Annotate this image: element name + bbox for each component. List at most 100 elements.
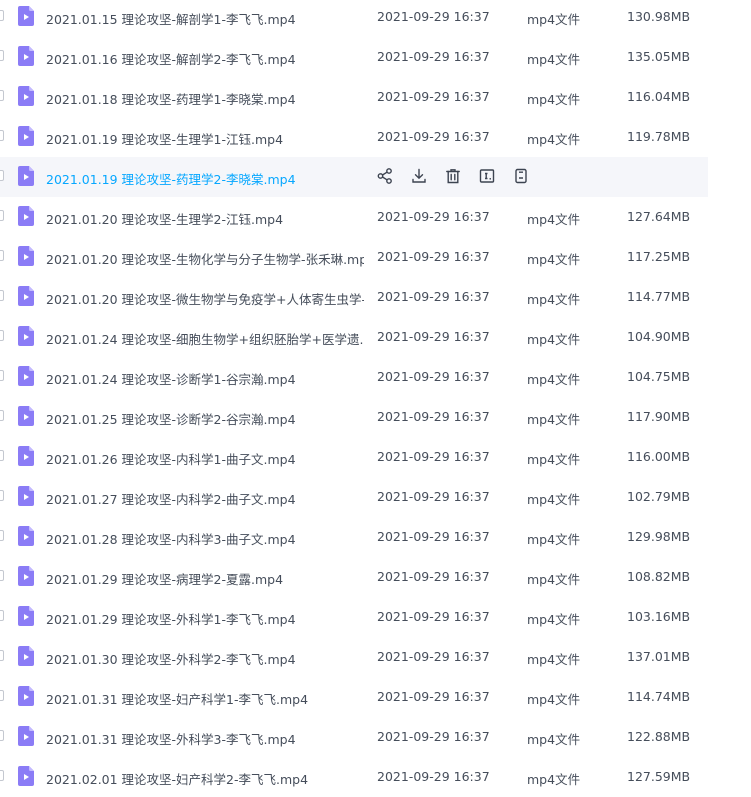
row-checkbox[interactable]	[0, 730, 4, 741]
file-name[interactable]: 2021.01.31 理论攻坚-妇产科学1-李飞飞.mp4	[46, 689, 364, 708]
video-file-icon	[18, 86, 34, 106]
file-row[interactable]: 2021.01.26 理论攻坚-内科学1-曲子文.mp4 2021-09-29 1…	[0, 437, 751, 477]
file-row[interactable]: 2021.01.15 理论攻坚-解剖学1-李飞飞.mp4 2021-09-29 1…	[0, 0, 751, 37]
file-list: 2021.01.15 理论攻坚-解剖学1-李飞飞.mp4 2021-09-29 1…	[0, 0, 751, 797]
file-row[interactable]: 2021.01.29 理论攻坚-外科学1-李飞飞.mp4 2021-09-29 1…	[0, 597, 751, 637]
row-checkbox[interactable]	[0, 170, 4, 181]
file-size: 104.90MB	[627, 329, 691, 344]
file-modified-date: 2021-09-29 16:37	[377, 729, 490, 744]
file-row[interactable]: 2021.01.27 理论攻坚-内科学2-曲子文.mp4 2021-09-29 1…	[0, 477, 751, 517]
file-name[interactable]: 2021.01.31 理论攻坚-外科学3-李飞飞.mp4	[46, 729, 364, 748]
row-checkbox[interactable]	[0, 690, 4, 701]
file-row[interactable]: 2021.01.20 理论攻坚-生物化学与分子生物学-张禾琳.mp4 2021-0…	[0, 237, 751, 277]
file-type: mp4文件	[527, 452, 581, 467]
file-modified-date: 2021-09-29 16:37	[377, 9, 490, 24]
file-name[interactable]: 2021.01.25 理论攻坚-诊断学2-谷宗瀚.mp4	[46, 409, 364, 428]
file-row[interactable]: 2021.01.16 理论攻坚-解剖学2-李飞飞.mp4 2021-09-29 1…	[0, 37, 751, 77]
video-file-icon	[18, 366, 34, 386]
row-checkbox[interactable]	[0, 530, 4, 541]
file-name[interactable]: 2021.01.30 理论攻坚-外科学2-李飞飞.mp4	[46, 649, 364, 668]
share-icon[interactable]	[376, 167, 394, 185]
file-size: 114.74MB	[627, 689, 691, 704]
file-modified-date: 2021-09-29 16:37	[377, 769, 490, 784]
file-size: 116.00MB	[627, 449, 691, 464]
file-row[interactable]: 2021.01.18 理论攻坚-药理学1-李晓棠.mp4 2021-09-29 1…	[0, 77, 751, 117]
file-name[interactable]: 2021.01.15 理论攻坚-解剖学1-李飞飞.mp4	[46, 9, 364, 28]
file-name[interactable]: 2021.01.19 理论攻坚-生理学1-江钰.mp4	[46, 129, 364, 148]
file-size: 116.04MB	[627, 89, 691, 104]
row-checkbox[interactable]	[0, 130, 4, 141]
file-row[interactable]: 2021.01.30 理论攻坚-外科学2-李飞飞.mp4 2021-09-29 1…	[0, 637, 751, 677]
trash-icon[interactable]	[444, 167, 462, 185]
file-name[interactable]: 2021.01.27 理论攻坚-内科学2-曲子文.mp4	[46, 489, 364, 508]
video-file-icon	[18, 766, 34, 786]
file-row[interactable]: 2021.01.19 理论攻坚-药理学2-李晓棠.mp4	[0, 157, 751, 197]
file-type: mp4文件	[527, 332, 581, 347]
video-file-icon	[18, 606, 34, 626]
row-checkbox[interactable]	[0, 290, 4, 301]
file-row[interactable]: 2021.01.19 理论攻坚-生理学1-江钰.mp4 2021-09-29 16…	[0, 117, 751, 157]
file-row[interactable]: 2021.02.01 理论攻坚-妇产科学2-李飞飞.mp4 2021-09-29 …	[0, 757, 751, 797]
file-row[interactable]: 2021.01.20 理论攻坚-生理学2-江钰.mp4 2021-09-29 16…	[0, 197, 751, 237]
row-checkbox[interactable]	[0, 10, 4, 21]
download-icon[interactable]	[410, 167, 428, 185]
file-name[interactable]: 2021.01.29 理论攻坚-外科学1-李飞飞.mp4	[46, 609, 364, 628]
file-row[interactable]: 2021.01.24 理论攻坚-诊断学1-谷宗瀚.mp4 2021-09-29 1…	[0, 357, 751, 397]
more-icon[interactable]	[512, 167, 530, 185]
row-checkbox[interactable]	[0, 50, 4, 61]
file-modified-date: 2021-09-29 16:37	[377, 89, 490, 104]
row-checkbox[interactable]	[0, 610, 4, 621]
row-checkbox[interactable]	[0, 570, 4, 581]
file-size: 102.79MB	[627, 489, 691, 504]
row-checkbox[interactable]	[0, 650, 4, 661]
row-checkbox[interactable]	[0, 210, 4, 221]
file-name[interactable]: 2021.01.16 理论攻坚-解剖学2-李飞飞.mp4	[46, 49, 364, 68]
row-checkbox[interactable]	[0, 490, 4, 501]
file-type: mp4文件	[527, 92, 581, 107]
video-file-icon	[18, 246, 34, 266]
file-name[interactable]: 2021.01.26 理论攻坚-内科学1-曲子文.mp4	[46, 449, 364, 468]
file-row[interactable]: 2021.01.31 理论攻坚-妇产科学1-李飞飞.mp4 2021-09-29 …	[0, 677, 751, 717]
video-file-icon	[18, 6, 34, 26]
file-size: 129.98MB	[627, 529, 691, 544]
file-size: 122.88MB	[627, 729, 691, 744]
file-row[interactable]: 2021.01.25 理论攻坚-诊断学2-谷宗瀚.mp4 2021-09-29 1…	[0, 397, 751, 437]
row-checkbox[interactable]	[0, 250, 4, 261]
file-row[interactable]: 2021.01.31 理论攻坚-外科学3-李飞飞.mp4 2021-09-29 1…	[0, 717, 751, 757]
file-modified-date: 2021-09-29 16:37	[377, 569, 490, 584]
file-name[interactable]: 2021.01.18 理论攻坚-药理学1-李晓棠.mp4	[46, 89, 364, 108]
file-name[interactable]: 2021.02.01 理论攻坚-妇产科学2-李飞飞.mp4	[46, 769, 364, 788]
file-row[interactable]: 2021.01.29 理论攻坚-病理学2-夏露.mp4 2021-09-29 16…	[0, 557, 751, 597]
row-checkbox[interactable]	[0, 370, 4, 381]
file-type: mp4文件	[527, 732, 581, 747]
file-row[interactable]: 2021.01.20 理论攻坚-微生物学与免疫学+人体寄生虫学-... 2021-…	[0, 277, 751, 317]
video-file-icon	[18, 446, 34, 466]
row-checkbox[interactable]	[0, 450, 4, 461]
file-name[interactable]: 2021.01.19 理论攻坚-药理学2-李晓棠.mp4	[46, 169, 364, 188]
file-name[interactable]: 2021.01.24 理论攻坚-诊断学1-谷宗瀚.mp4	[46, 369, 364, 388]
file-name[interactable]: 2021.01.20 理论攻坚-微生物学与免疫学+人体寄生虫学-...	[46, 289, 364, 308]
file-modified-date: 2021-09-29 16:37	[377, 209, 490, 224]
file-name[interactable]: 2021.01.20 理论攻坚-生物化学与分子生物学-张禾琳.mp4	[46, 249, 364, 268]
file-name[interactable]: 2021.01.28 理论攻坚-内科学3-曲子文.mp4	[46, 529, 364, 548]
row-checkbox[interactable]	[0, 90, 4, 101]
file-name[interactable]: 2021.01.29 理论攻坚-病理学2-夏露.mp4	[46, 569, 364, 588]
video-file-icon	[18, 166, 34, 186]
row-checkbox[interactable]	[0, 330, 4, 341]
video-file-icon	[18, 526, 34, 546]
file-row[interactable]: 2021.01.28 理论攻坚-内科学3-曲子文.mp4 2021-09-29 1…	[0, 517, 751, 557]
file-modified-date: 2021-09-29 16:37	[377, 529, 490, 544]
file-row[interactable]: 2021.01.24 理论攻坚-细胞生物学+组织胚胎学+医学遗... 2021-0…	[0, 317, 751, 357]
rename-icon[interactable]	[478, 167, 496, 185]
row-checkbox[interactable]	[0, 770, 4, 781]
row-checkbox[interactable]	[0, 410, 4, 421]
file-size: 103.16MB	[627, 609, 691, 624]
file-type: mp4文件	[527, 572, 581, 587]
file-size: 130.98MB	[627, 9, 691, 24]
file-name[interactable]: 2021.01.24 理论攻坚-细胞生物学+组织胚胎学+医学遗...	[46, 329, 364, 348]
video-file-icon	[18, 126, 34, 146]
file-size: 127.59MB	[627, 769, 691, 784]
file-name[interactable]: 2021.01.20 理论攻坚-生理学2-江钰.mp4	[46, 209, 364, 228]
file-size: 117.90MB	[627, 409, 691, 424]
file-modified-date: 2021-09-29 16:37	[377, 409, 490, 424]
